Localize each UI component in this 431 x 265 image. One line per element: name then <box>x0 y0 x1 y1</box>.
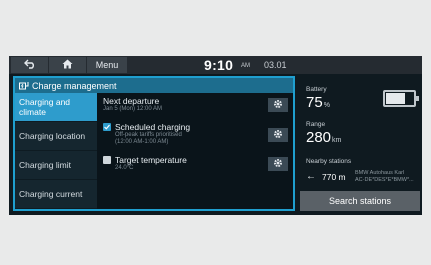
back-button[interactable] <box>11 57 48 73</box>
scheduled-charging-title: Scheduled charging <box>115 122 191 132</box>
battery-value: 75% <box>306 94 330 111</box>
scheduled-charging-tariff: Off-peak tariffs prioritised <box>115 132 182 138</box>
infotainment-screen: Menu 9:10 AM 03.01 Charge management Cha… <box>9 56 422 215</box>
target-temperature-settings-button[interactable] <box>268 157 288 171</box>
scheduled-charging-settings-button[interactable] <box>268 128 288 142</box>
gear-icon <box>273 126 283 144</box>
clock-time: 9:10 <box>204 57 234 73</box>
range-value: 280km <box>306 129 341 146</box>
battery-tip <box>416 96 419 101</box>
station-info[interactable]: BMW Autohaus Karl AC·DE*DES*E*BMW*... <box>355 170 421 183</box>
left-arrow-icon: ← <box>306 171 316 182</box>
next-departure-row[interactable]: Next departure Jan 5 (Mon) 12:00 AM <box>103 96 288 120</box>
sidebar-item-charging-current[interactable]: Charging current <box>15 180 97 209</box>
charge-management-panel: Charge management Charging and climate C… <box>13 76 295 211</box>
back-arrow-icon <box>23 59 36 71</box>
sidebar-item-label: Charging and climate <box>19 97 71 117</box>
sidebar-item-charging-limit[interactable]: Charging limit <box>15 151 97 180</box>
clock-ampm: AM <box>241 63 250 69</box>
target-temperature-title: Target temperature <box>115 155 187 165</box>
station-distance: 770 m <box>322 172 346 182</box>
charge-sidebar: Charging and climate Charging location C… <box>15 93 97 209</box>
battery-percent: 75 <box>306 94 323 111</box>
home-button[interactable] <box>49 57 86 73</box>
target-temperature-checkbox[interactable] <box>103 156 111 164</box>
gear-icon <box>273 155 283 173</box>
battery-level-fill <box>386 93 405 104</box>
battery-unit: % <box>323 102 330 109</box>
vehicle-info: Battery 75% Range 280km Nearby stations … <box>300 76 422 215</box>
range-number: 280 <box>306 129 332 146</box>
scheduled-charging-row: Scheduled charging Off-peak tariffs prio… <box>103 122 288 152</box>
search-stations-button[interactable]: Search stations <box>300 191 420 211</box>
sidebar-item-label: Charging location <box>19 131 86 141</box>
top-bar: Menu 9:10 AM 03.01 <box>9 56 422 74</box>
next-departure-time: Jan 5 (Mon) 12:00 AM <box>103 106 163 112</box>
sidebar-item-label: Charging limit <box>19 160 71 170</box>
next-departure-title: Next departure <box>103 96 160 106</box>
panel-header: Charge management <box>15 78 293 93</box>
sidebar-item-charging-and-climate[interactable]: Charging and climate <box>15 93 97 122</box>
sidebar-item-charging-location[interactable]: Charging location <box>15 122 97 151</box>
station-id: AC·DE*DES*E*BMW*... <box>355 176 414 183</box>
charging-plug-icon <box>19 81 29 90</box>
gear-icon <box>273 96 283 114</box>
target-temperature-row: Target temperature 24.0°C <box>103 155 288 179</box>
scheduled-charging-window: (12:00 AM-1:00 AM) <box>115 139 169 145</box>
scheduled-charging-checkbox[interactable] <box>103 123 111 131</box>
nearby-stations-label: Nearby stations <box>306 158 352 165</box>
charge-content: Next departure Jan 5 (Mon) 12:00 AM Sche… <box>99 93 291 209</box>
battery-icon <box>383 90 419 107</box>
panel-title: Charge management <box>32 80 117 91</box>
range-unit: km <box>332 137 342 144</box>
sidebar-item-label: Charging current <box>19 189 83 199</box>
date: 03.01 <box>264 60 287 70</box>
target-temperature-value: 24.0°C <box>115 165 134 171</box>
battery-label: Battery <box>306 86 327 93</box>
next-departure-settings-button[interactable] <box>268 98 288 112</box>
range-label: Range <box>306 121 326 128</box>
home-icon <box>62 59 73 71</box>
menu-button[interactable]: Menu <box>87 57 127 73</box>
